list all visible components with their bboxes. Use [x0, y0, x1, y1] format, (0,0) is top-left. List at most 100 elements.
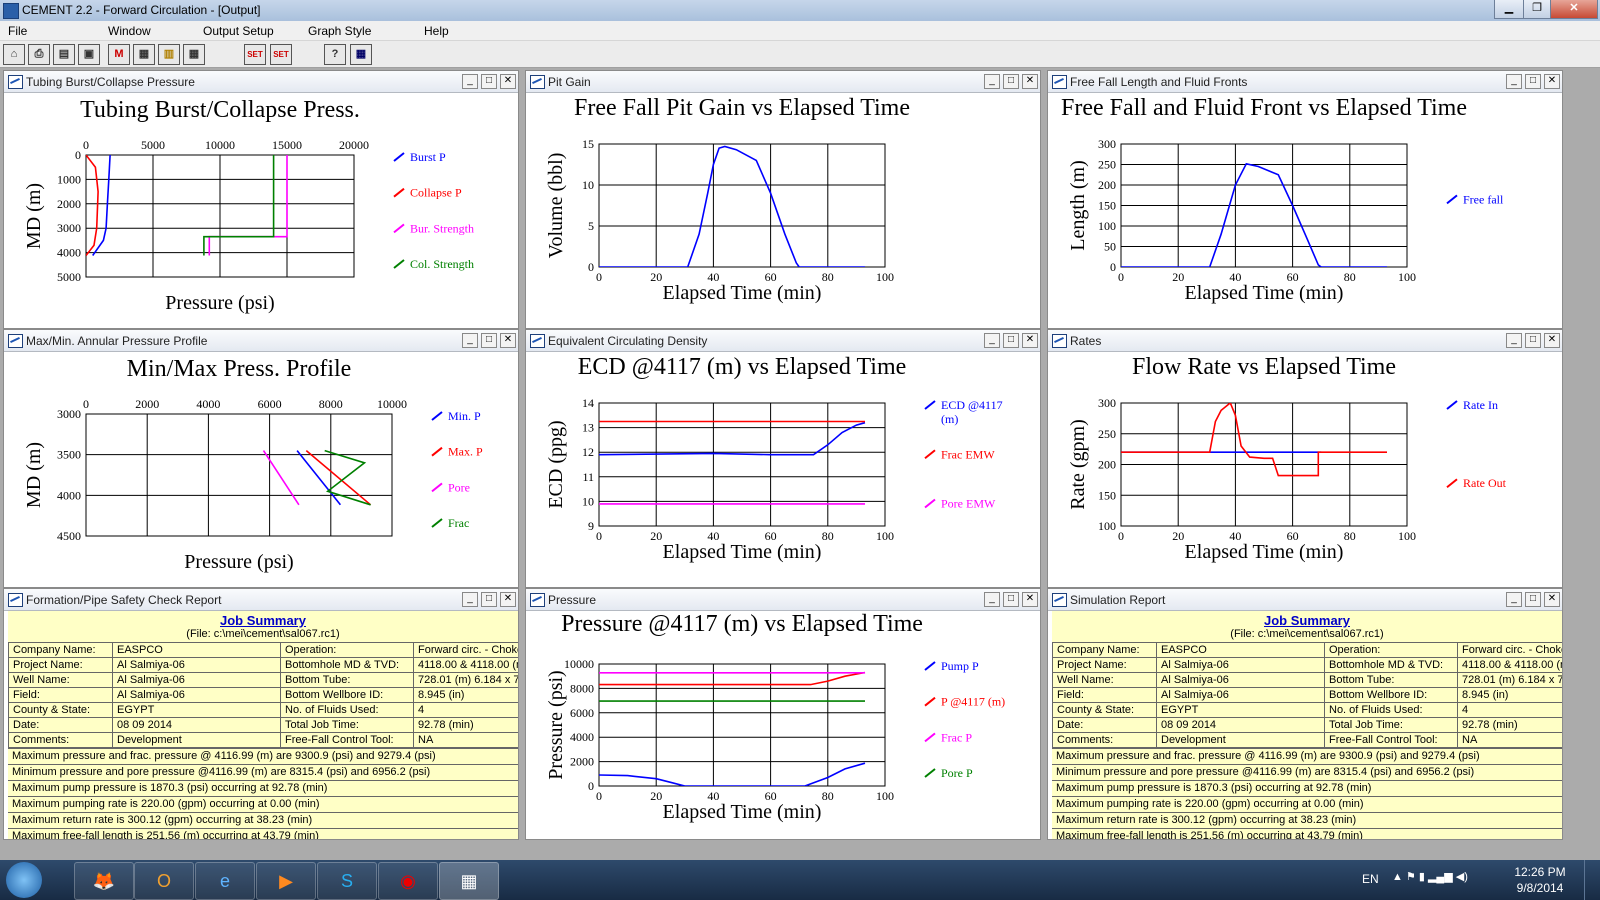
window-safety-report[interactable]: Formation/Pipe Safety Check Report _ □ ✕ J… [3, 588, 519, 840]
x-axis-label: Elapsed Time (min) [663, 541, 822, 563]
table-row: Project Name: Al Salmiya-06 Bottomhole MD … [1052, 657, 1562, 673]
field-value: 92.78 (min) [1457, 717, 1562, 733]
field-value: EASPCO [1156, 642, 1325, 658]
outlook-icon[interactable]: O [134, 862, 194, 900]
window-title: Free Fall Length and Fluid Fronts [1070, 75, 1248, 89]
chart-icon [1052, 334, 1067, 348]
vodafone-icon[interactable]: ◉ [378, 862, 438, 900]
window-annular[interactable]: Max/Min. Annular Pressure Profile _ □ ✕ Mi… [3, 329, 519, 588]
window-free-fall[interactable]: Free Fall Length and Fluid Fronts _ □ ✕ Fr… [1047, 70, 1563, 329]
report-heading: Job Summary [220, 613, 306, 628]
menu-bar: File Window Output Setup Graph Style Hel… [0, 21, 1600, 41]
x-tick-label: 6000 [258, 397, 282, 411]
minimize-icon[interactable]: _ [462, 592, 478, 607]
minimize-icon[interactable]: _ [462, 333, 478, 348]
close-icon[interactable]: ✕ [1550, 0, 1598, 19]
table-row: Date: 08 09 2014 Total Job Time: 92.78 (min… [8, 717, 518, 733]
field-label: Free-Fall Control Tool: [1324, 732, 1458, 748]
clock-date[interactable]: 9/8/2014 [1510, 881, 1570, 895]
maximize-icon[interactable]: □ [481, 333, 497, 348]
language-indicator[interactable]: EN [1362, 872, 1379, 886]
close-icon[interactable]: ✕ [1544, 74, 1560, 89]
minimize-icon[interactable]: _ [1506, 333, 1522, 348]
y-tick-label: 8000 [570, 681, 594, 695]
tray-icons[interactable]: ▲ ⚑ ▮ ▂▄▆ ◀) [1392, 870, 1468, 883]
chart-title: Pressure @4117 (m) vs Elapsed Time [561, 611, 923, 637]
minimize-icon[interactable]: _ [462, 74, 478, 89]
window-burst[interactable]: Tubing Burst/Collapse Pressure _ □ ✕ Tubin… [3, 70, 519, 329]
window-pressure[interactable]: Pressure _ □ ✕ Pressure @4117 (m) vs Elaps… [525, 588, 1041, 840]
menu-window[interactable]: Window [108, 24, 151, 38]
maximize-icon[interactable]: □ [1525, 333, 1541, 348]
open-icon[interactable]: ⌂ [3, 44, 25, 65]
restore-icon[interactable]: ❐ [1523, 0, 1551, 19]
m-icon[interactable]: M [108, 44, 130, 65]
save-icon[interactable]: ▣ [78, 44, 100, 65]
chart-icon[interactable]: ▥ [158, 44, 180, 65]
grid2-icon[interactable]: ▦ [183, 44, 205, 65]
x-tick-label: 100 [876, 529, 894, 543]
menu-output-setup[interactable]: Output Setup [203, 24, 274, 38]
legend-swatch [1446, 400, 1458, 410]
minimize-icon[interactable]: _ [1506, 74, 1522, 89]
menu-file[interactable]: File [8, 24, 27, 38]
window-title: Pit Gain [548, 75, 591, 89]
close-icon[interactable]: ✕ [1022, 333, 1038, 348]
close-icon[interactable]: ✕ [500, 592, 516, 607]
minimize-icon[interactable]: _ [984, 74, 1000, 89]
minimize-icon[interactable]: _ [984, 333, 1000, 348]
maximize-icon[interactable]: □ [1003, 333, 1019, 348]
menu-graph-style[interactable]: Graph Style [308, 24, 371, 38]
y-tick-label: 1000 [57, 172, 81, 186]
menu-help[interactable]: Help [424, 24, 449, 38]
close-icon[interactable]: ✕ [1022, 592, 1038, 607]
window-simulation-report[interactable]: Simulation Report _ □ ✕ Job Summary (File: … [1047, 588, 1563, 840]
maximize-icon[interactable]: □ [1003, 74, 1019, 89]
calculator-icon[interactable]: ▦ [350, 44, 372, 65]
close-icon[interactable]: ✕ [500, 333, 516, 348]
y-tick-label: 0 [588, 260, 594, 274]
window-pit-gain[interactable]: Pit Gain _ □ ✕ Free Fall Pit Gain vs Elaps… [525, 70, 1041, 329]
minimize-icon[interactable]: _ [984, 592, 1000, 607]
legend-label: Col. Strength [410, 257, 474, 271]
help-icon[interactable]: ? [324, 44, 346, 65]
maximize-icon[interactable]: □ [1525, 592, 1541, 607]
chart-title: Free Fall Pit Gain vs Elapsed Time [574, 95, 910, 121]
window-rates[interactable]: Rates _ □ ✕ Flow Rate vs Elapsed Time 0 20 40… [1047, 329, 1563, 588]
clipboard-icon[interactable]: ▤ [53, 44, 75, 65]
app-icon [3, 3, 19, 19]
series-line-frac [324, 449, 371, 506]
field-value: 92.78 (min) [413, 717, 518, 733]
clock-time[interactable]: 12:26 PM [1510, 865, 1570, 879]
show-desktop-button[interactable] [1584, 860, 1599, 900]
minimize-icon[interactable]: ▁ [1494, 0, 1524, 19]
app-titlebar: CEMENT 2.2 - Forward Circulation - [Outp… [0, 0, 1600, 22]
maximize-icon[interactable]: □ [481, 74, 497, 89]
maximize-icon[interactable]: □ [1525, 74, 1541, 89]
minimize-icon[interactable]: _ [1506, 592, 1522, 607]
x-tick-label: 10000 [205, 138, 235, 152]
field-value: Al Salmiya-06 [112, 687, 281, 703]
firefox-icon[interactable]: 🦊 [74, 862, 134, 900]
close-icon[interactable]: ✕ [1022, 74, 1038, 89]
media-player-icon[interactable]: ▶ [256, 862, 316, 900]
field-value: 4118.00 & 4118.00 (m) [1457, 657, 1562, 673]
maximize-icon[interactable]: □ [1003, 592, 1019, 607]
close-icon[interactable]: ✕ [1544, 592, 1560, 607]
close-icon[interactable]: ✕ [1544, 333, 1560, 348]
report-heading: Job Summary [1264, 613, 1350, 628]
start-button[interactable] [6, 862, 42, 898]
legend-label: Pump P [941, 659, 979, 673]
ie-icon[interactable]: e [195, 862, 255, 900]
close-icon[interactable]: ✕ [500, 74, 516, 89]
cement-app-icon[interactable]: ▦ [439, 862, 499, 900]
skype-icon[interactable]: S [317, 862, 377, 900]
setup-icon[interactable]: SET [244, 44, 266, 65]
setup2-icon[interactable]: SET [270, 44, 292, 65]
window-ecd[interactable]: Equivalent Circulating Density _ □ ✕ ECD @… [525, 329, 1041, 588]
maximize-icon[interactable]: □ [481, 592, 497, 607]
print-icon[interactable]: ⎙ [28, 44, 50, 65]
x-tick-label: 4000 [196, 397, 220, 411]
legend-swatch [924, 449, 936, 460]
grid-icon[interactable]: ▦ [133, 44, 155, 65]
